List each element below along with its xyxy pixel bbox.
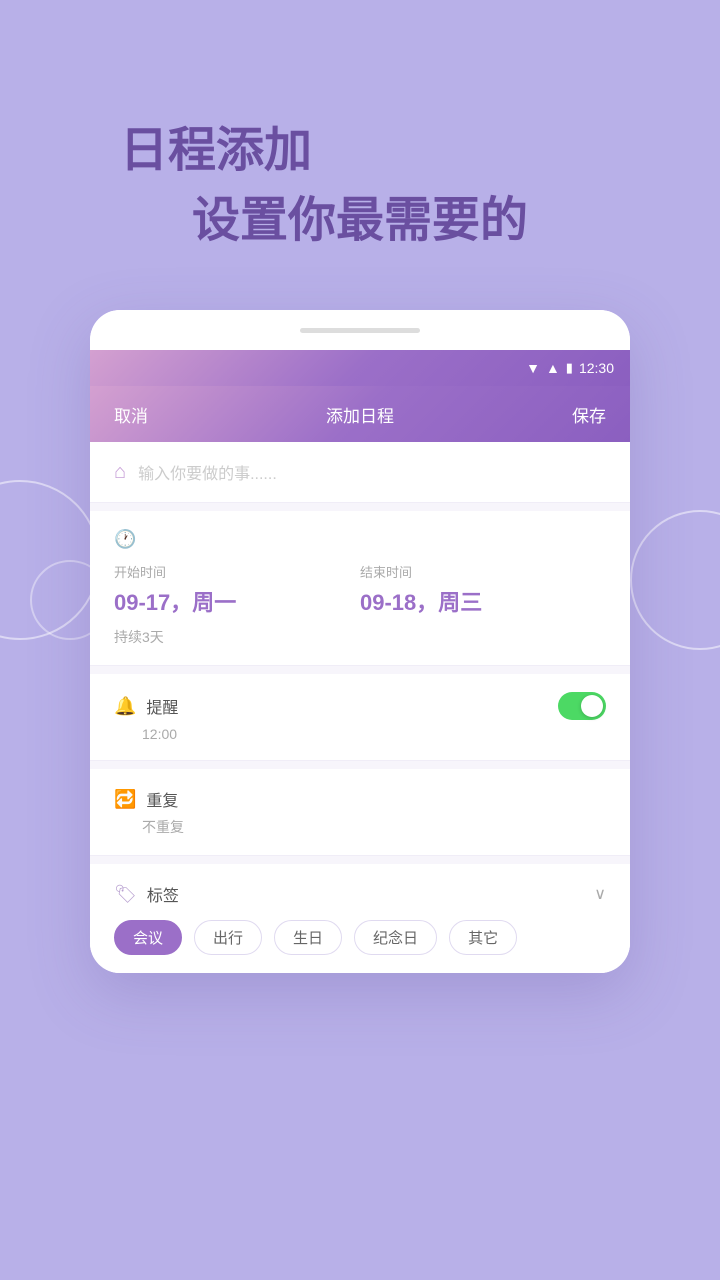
end-time-value: 09-18，周三 <box>360 585 606 617</box>
status-icons: ▼ ▲ ▮ 12:30 <box>526 360 614 376</box>
tag-item-travel[interactable]: 出行 <box>194 920 262 955</box>
tag-item-birthday[interactable]: 生日 <box>274 920 342 955</box>
signal-icon: ▲ <box>546 360 560 376</box>
tag-header-left: 🏷 标签 <box>114 882 179 906</box>
time-header: 🕐 <box>114 529 606 550</box>
task-input-section[interactable]: ⌂ 输入你要做的事...... <box>90 442 630 503</box>
repeat-value: 不重复 <box>114 817 606 837</box>
task-input-placeholder[interactable]: 输入你要做的事...... <box>138 460 277 484</box>
reminder-label: 提醒 <box>146 694 178 718</box>
content-area: ⌂ 输入你要做的事...... 🕐 开始时间 09-17，周一 结束时间 09-… <box>90 442 630 973</box>
reminder-toggle[interactable] <box>558 692 606 720</box>
reminder-left: 🔔 提醒 <box>114 694 178 718</box>
reminder-section: 🔔 提醒 12:00 <box>90 674 630 761</box>
notch-area <box>90 310 630 350</box>
wifi-icon: ▼ <box>526 360 540 376</box>
reminder-header: 🔔 提醒 <box>114 692 606 720</box>
tag-item-other[interactable]: 其它 <box>449 920 517 955</box>
end-time-label: 结束时间 <box>360 562 606 581</box>
notch-bar <box>300 328 420 333</box>
bg-decoration-circle-left <box>0 480 100 640</box>
task-icon: ⌂ <box>114 461 126 484</box>
save-button[interactable]: 保存 <box>572 402 606 427</box>
app-header: 取消 添加日程 保存 <box>90 386 630 442</box>
repeat-header: 🔁 重复 <box>114 787 606 811</box>
header-title: 添加日程 <box>326 402 394 427</box>
tag-header: 🏷 标签 ∨ <box>114 882 606 906</box>
tag-section: 🏷 标签 ∨ 会议出行生日纪念日其它 <box>90 864 630 973</box>
tag-icon: 🏷 <box>114 884 137 905</box>
reminder-time: 12:00 <box>114 726 606 742</box>
status-time: 12:30 <box>579 360 614 376</box>
hero-section: 日程添加 设置你最需要的 <box>0 110 720 250</box>
tag-item-meeting[interactable]: 会议 <box>114 920 182 955</box>
start-time-label: 开始时间 <box>114 562 360 581</box>
start-time-value: 09-17，周一 <box>114 585 360 617</box>
repeat-icon: 🔁 <box>114 789 136 810</box>
end-time-block[interactable]: 结束时间 09-18，周三 <box>360 562 606 617</box>
chevron-down-icon[interactable]: ∨ <box>594 884 606 904</box>
toggle-knob <box>581 695 603 717</box>
tag-label: 标签 <box>147 882 179 906</box>
cancel-button[interactable]: 取消 <box>114 402 148 427</box>
repeat-section[interactable]: 🔁 重复 不重复 <box>90 769 630 856</box>
status-bar: ▼ ▲ ▮ 12:30 <box>90 350 630 386</box>
hero-line2: 设置你最需要的 <box>0 180 720 250</box>
tag-item-anniversary[interactable]: 纪念日 <box>354 920 437 955</box>
phone-mockup: ▼ ▲ ▮ 12:30 取消 添加日程 保存 ⌂ 输入你要做的事...... 🕐… <box>90 310 630 973</box>
clock-icon: 🕐 <box>114 529 136 550</box>
bg-decoration-circle-right <box>630 510 720 650</box>
start-time-block[interactable]: 开始时间 09-17，周一 <box>114 562 360 617</box>
time-row: 开始时间 09-17，周一 结束时间 09-18，周三 <box>114 562 606 617</box>
duration-text: 持续3天 <box>114 627 606 647</box>
bell-icon: 🔔 <box>114 696 136 717</box>
tag-list: 会议出行生日纪念日其它 <box>114 920 606 955</box>
repeat-label: 重复 <box>146 787 178 811</box>
time-section: 🕐 开始时间 09-17，周一 结束时间 09-18，周三 持续3天 <box>90 511 630 666</box>
battery-icon: ▮ <box>566 360 573 376</box>
hero-line1: 日程添加 <box>0 110 720 180</box>
